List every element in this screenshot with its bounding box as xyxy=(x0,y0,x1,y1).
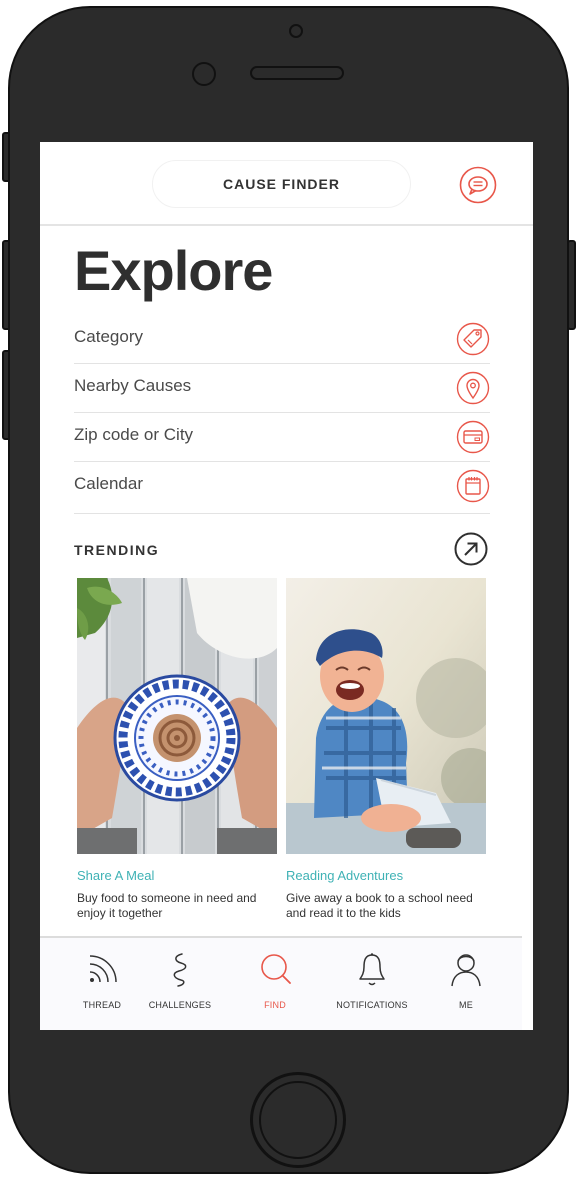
trending-heading: TRENDING xyxy=(74,542,160,558)
trending-card-reading-adventures[interactable]: Reading Adventures Give away a book to a… xyxy=(286,578,486,921)
menu-item-calendar[interactable]: Calendar xyxy=(74,462,490,514)
user-icon xyxy=(451,954,481,987)
tag-icon xyxy=(456,322,490,356)
home-button[interactable] xyxy=(250,1072,346,1168)
chat-bubble-icon[interactable] xyxy=(459,166,497,204)
card-title: Reading Adventures xyxy=(286,868,404,883)
calendar-icon xyxy=(456,469,490,503)
tab-label: CHALLENGES xyxy=(148,1000,212,1010)
front-camera xyxy=(192,62,216,86)
menu-item-label: Zip code or City xyxy=(74,425,194,444)
tab-notifications[interactable]: NOTIFICATIONS xyxy=(324,938,420,1030)
card-title: Share A Meal xyxy=(77,868,155,883)
tab-label: FIND xyxy=(264,1000,286,1010)
front-sensor xyxy=(289,24,303,38)
menu-item-label: Calendar xyxy=(74,474,143,493)
search-icon xyxy=(261,954,291,984)
top-bar: CAUSE FINDER xyxy=(40,142,533,226)
trending-card-share-a-meal[interactable]: Share A Meal Buy food to someone in need… xyxy=(77,578,277,921)
card-image-food-plate xyxy=(77,578,277,854)
tab-find[interactable]: FIND xyxy=(227,938,323,1030)
menu-item-zip-code[interactable]: Zip code or City xyxy=(74,413,490,462)
menu-item-label: Nearby Causes xyxy=(74,376,192,395)
menu-item-nearby-causes[interactable]: Nearby Causes xyxy=(74,364,490,413)
bottom-tab-bar: THREAD CHALLENGES FIND NOTIFICATIONS ME xyxy=(40,936,522,1030)
location-pin-icon xyxy=(456,371,490,405)
card-description: Give away a book to a school need and re… xyxy=(286,891,473,920)
earpiece-speaker xyxy=(250,66,344,80)
cause-finder-button[interactable]: CAUSE FINDER xyxy=(152,160,411,208)
card-icon xyxy=(456,420,490,454)
squiggle-icon xyxy=(173,953,187,987)
page-title: Explore xyxy=(74,239,273,302)
tab-label: NOTIFICATIONS xyxy=(336,1000,408,1010)
tab-me[interactable]: ME xyxy=(418,938,514,1030)
menu-item-category[interactable]: Category xyxy=(74,315,490,364)
card-description: Buy food to someone in need and enjoy it… xyxy=(77,891,257,920)
bell-icon xyxy=(359,953,385,986)
tab-challenges[interactable]: CHALLENGES xyxy=(132,938,228,1030)
app-screen: CAUSE FINDER Explore Category Nearby Cau… xyxy=(40,142,533,1030)
menu-item-label: Category xyxy=(74,327,143,346)
rss-icon xyxy=(89,955,117,983)
card-image-laughing-child xyxy=(286,578,486,854)
arrow-up-right-icon[interactable] xyxy=(454,532,488,566)
tab-label: ME xyxy=(459,1000,473,1010)
